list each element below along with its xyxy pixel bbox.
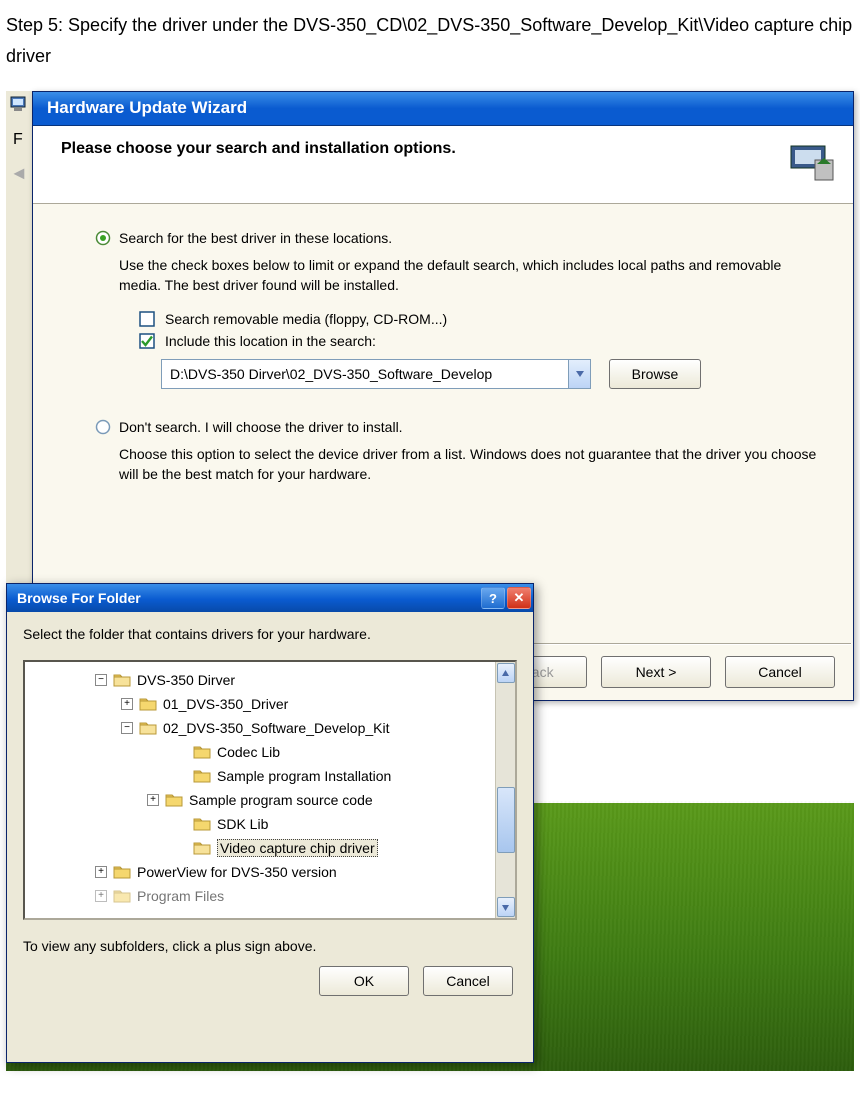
next-button[interactable]: Next > <box>601 656 711 688</box>
toggle-spacer <box>175 770 187 782</box>
tree-item[interactable]: + Program Files <box>25 884 495 908</box>
tree-item[interactable]: − 02_DVS-350_Software_Develop_Kit <box>25 716 495 740</box>
radio-unselected-icon <box>95 419 111 435</box>
checkbox-removable-media-label: Search removable media (floppy, CD-ROM..… <box>165 311 447 327</box>
back-arrow-icon: ◄ <box>10 163 28 184</box>
expand-icon[interactable]: + <box>121 698 133 710</box>
bg-menu-label: F <box>13 131 23 149</box>
radio-selected-icon <box>95 230 111 246</box>
tree-item[interactable]: Video capture chip driver <box>25 836 495 860</box>
browse-button[interactable]: Browse <box>609 359 701 389</box>
tree-item-label: Sample program Installation <box>217 768 391 784</box>
collapse-icon[interactable]: − <box>121 722 133 734</box>
browse-hint: To view any subfolders, click a plus sig… <box>23 938 517 954</box>
browse-prompt: Select the folder that contains drivers … <box>23 626 517 642</box>
wizard-titlebar[interactable]: Hardware Update Wizard <box>33 92 853 126</box>
chevron-down-icon[interactable] <box>568 360 590 388</box>
expand-icon[interactable]: + <box>95 890 107 902</box>
tree-item-label: Sample program source code <box>189 792 373 808</box>
tree-item-label: Program Files <box>137 888 224 904</box>
browse-button-row: OK Cancel <box>23 966 517 996</box>
radio-search-best-desc: Use the check boxes below to limit or ex… <box>119 256 823 295</box>
radio-dont-search-label: Don't search. I will choose the driver t… <box>119 419 403 435</box>
tree-item[interactable]: + PowerView for DVS-350 version <box>25 860 495 884</box>
tree-item[interactable]: + Sample program source code <box>25 788 495 812</box>
scroll-thumb[interactable] <box>497 787 515 853</box>
toggle-spacer <box>175 818 187 830</box>
titlebar-buttons: ? ✕ <box>481 587 531 609</box>
location-combobox[interactable]: D:\DVS-350 Dirver\02_DVS-350_Software_De… <box>161 359 591 389</box>
expand-icon[interactable]: + <box>95 866 107 878</box>
location-row: D:\DVS-350 Dirver\02_DVS-350_Software_De… <box>161 359 823 389</box>
computer-icon <box>10 95 28 113</box>
tree-item-label: PowerView for DVS-350 version <box>137 864 337 880</box>
tree-item-label: DVS-350 Dirver <box>137 672 235 688</box>
tree-item-label: Codec Lib <box>217 744 280 760</box>
tree-item-label: Video capture chip driver <box>217 839 378 857</box>
browse-titlebar[interactable]: Browse For Folder ? ✕ <box>7 584 533 612</box>
collapse-icon[interactable]: − <box>95 674 107 686</box>
install-icon <box>785 136 837 188</box>
checkbox-removable-media[interactable]: Search removable media (floppy, CD-ROM..… <box>139 311 823 327</box>
browse-for-folder-dialog: Browse For Folder ? ✕ Select the folder … <box>6 583 534 1063</box>
screenshot-container: F ◄ Hardware Update Wizard Please choose… <box>6 91 854 1071</box>
browse-body: Select the folder that contains drivers … <box>7 612 533 1004</box>
tree-item-label: 01_DVS-350_Driver <box>163 696 288 712</box>
tree-item[interactable]: − DVS-350 Dirver <box>25 668 495 692</box>
tree-item-label: 02_DVS-350_Software_Develop_Kit <box>163 720 389 736</box>
help-button[interactable]: ? <box>481 587 505 609</box>
ok-button[interactable]: OK <box>319 966 409 996</box>
folder-tree[interactable]: − DVS-350 Dirver +01_DVS-350_Driver − 02_DVS… <box>23 660 517 920</box>
wizard-header: Please choose your search and installati… <box>33 126 853 204</box>
instruction-text: Step 5: Specify the driver under the DVS… <box>0 0 860 91</box>
toggle-spacer <box>175 746 187 758</box>
radio-dont-search-desc: Choose this option to select the device … <box>119 445 823 484</box>
radio-search-best[interactable]: Search for the best driver in these loca… <box>95 230 823 246</box>
radio-dont-search[interactable]: Don't search. I will choose the driver t… <box>95 419 823 435</box>
tree-item-label: SDK Lib <box>217 816 268 832</box>
checkbox-include-location[interactable]: Include this location in the search: <box>139 333 823 349</box>
expand-icon[interactable]: + <box>147 794 159 806</box>
cancel-button[interactable]: Cancel <box>725 656 835 688</box>
scroll-up-icon[interactable] <box>497 663 515 683</box>
radio-search-best-label: Search for the best driver in these loca… <box>119 230 392 246</box>
checkbox-checked-icon <box>139 333 155 349</box>
wizard-title: Hardware Update Wizard <box>47 98 247 117</box>
wizard-heading: Please choose your search and installati… <box>61 140 835 158</box>
tree-item[interactable]: +01_DVS-350_Driver <box>25 692 495 716</box>
wizard-body: Search for the best driver in these loca… <box>33 204 853 510</box>
toggle-spacer <box>175 842 187 854</box>
tree-item[interactable]: Sample program Installation <box>25 764 495 788</box>
close-button[interactable]: ✕ <box>507 587 531 609</box>
browse-cancel-button[interactable]: Cancel <box>423 966 513 996</box>
checkbox-unchecked-icon <box>139 311 155 327</box>
folder-tree-content: − DVS-350 Dirver +01_DVS-350_Driver − 02_DVS… <box>25 662 495 918</box>
tree-item[interactable]: SDK Lib <box>25 812 495 836</box>
browse-title: Browse For Folder <box>17 590 141 606</box>
location-value: D:\DVS-350 Dirver\02_DVS-350_Software_De… <box>162 366 568 382</box>
scrollbar[interactable] <box>495 662 515 918</box>
tree-item[interactable]: Codec Lib <box>25 740 495 764</box>
scroll-down-icon[interactable] <box>497 897 515 917</box>
checkbox-include-location-label: Include this location in the search: <box>165 333 376 349</box>
